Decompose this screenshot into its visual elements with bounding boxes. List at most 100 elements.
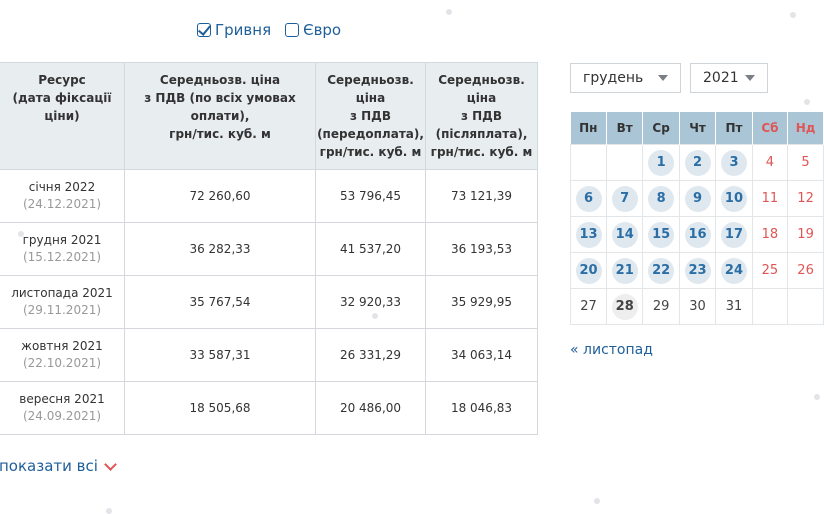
- table-row: листопада 2021 (29.11.2021) 35 767,54 32 92…: [0, 275, 538, 329]
- decor-dot: [814, 394, 820, 400]
- calendar-day-link[interactable]: 10: [720, 185, 747, 212]
- currency-option-uah[interactable]: Гривня: [197, 21, 271, 39]
- weekday-2: Вт: [606, 112, 644, 145]
- page: Гривня Євро Ресурс (дата фіксації ціни) Се…: [0, 0, 824, 514]
- calendar-day-cell: 22: [642, 252, 680, 289]
- calendar-day-cell: 28: [605, 288, 644, 325]
- weekday-4: Чт: [679, 112, 717, 145]
- currency-toggle: Гривня Євро: [197, 21, 341, 39]
- calendar-day-link[interactable]: 13: [575, 221, 602, 248]
- cell-price-all: 72 260,60: [124, 169, 316, 223]
- calendar-day-cell: 24: [715, 252, 753, 289]
- calendar-day-cell: 13: [570, 216, 607, 253]
- calendar-day-cell: 17: [715, 216, 753, 253]
- calendar-day-cell: 23: [678, 252, 717, 289]
- year-select[interactable]: 2021: [690, 63, 768, 93]
- calendar-day-link[interactable]: 2: [684, 149, 711, 176]
- decor-dot: [18, 231, 24, 237]
- cell-price-postpay: 73 121,39: [425, 169, 538, 223]
- cell-price-all: 35 767,54: [124, 275, 316, 329]
- calendar-empty-cell: [605, 144, 644, 181]
- table-header-row: Ресурс (дата фіксації ціни) Середньозв. ці…: [0, 62, 538, 170]
- calendar-week: 13 14 15 16 17 18 19: [570, 216, 824, 253]
- calendar-day: 27: [570, 288, 607, 325]
- calendar-weekday-row: Пн Вт Ср Чт Пт Сб Нд: [570, 112, 824, 145]
- calendar: Пн Вт Ср Чт Пт Сб Нд 1 2 3 4 5 6 7 8 9 10 11 12 13 14 15 16 17…: [570, 112, 824, 325]
- calendar-day-link[interactable]: 3: [720, 149, 747, 176]
- resource-month: жовтня 2021: [21, 339, 103, 353]
- resource-month: вересня 2021: [19, 392, 105, 406]
- calendar-day-link[interactable]: 22: [648, 257, 675, 284]
- calendar-empty-cell: [787, 288, 824, 325]
- cell-price-prepay: 20 486,00: [315, 381, 426, 435]
- calendar-day-cell: 20: [570, 252, 607, 289]
- resource-fix-date: (29.11.2021): [22, 303, 102, 317]
- calendar-day-link[interactable]: 8: [648, 185, 675, 212]
- currency-label-eur: Євро: [303, 21, 342, 39]
- calendar-day-cell: 14: [605, 216, 644, 253]
- calendar-day-link[interactable]: 6: [575, 185, 602, 212]
- calendar-day-cell: 9: [678, 180, 717, 217]
- calendar-empty-cell: [751, 288, 789, 325]
- calendar-day-link[interactable]: 21: [611, 257, 638, 284]
- calendar-empty-cell: [570, 144, 607, 181]
- calendar-day-link[interactable]: 17: [720, 221, 747, 248]
- table-row: жовтня 2021 (22.10.2021) 33 587,31 26 331,2…: [0, 328, 538, 382]
- prev-month-link[interactable]: « листопад: [570, 342, 653, 358]
- cell-price-postpay: 34 063,14: [425, 328, 538, 382]
- currency-label-uah: Гривня: [215, 21, 272, 39]
- calendar-day-link[interactable]: 15: [648, 221, 675, 248]
- decor-dot: [106, 508, 112, 514]
- calendar-day-cell: 21: [605, 252, 644, 289]
- calendar-day-link[interactable]: 7: [611, 185, 638, 212]
- cell-price-prepay: 41 537,20: [315, 222, 426, 276]
- decor-dot: [804, 99, 810, 105]
- table-body: січня 2022 (24.12.2021) 72 260,60 53 796,45…: [0, 169, 538, 435]
- calendar-day-cell: 6: [570, 180, 607, 217]
- resource-month: січня 2022: [28, 180, 96, 194]
- calendar-day-cell: 1: [642, 144, 680, 181]
- month-select[interactable]: грудень: [570, 63, 681, 93]
- weekday-1: Пн: [570, 112, 607, 145]
- weekday-7: Нд: [787, 112, 824, 145]
- calendar-day-link[interactable]: 23: [684, 257, 711, 284]
- checkbox-checked-icon[interactable]: [197, 23, 211, 37]
- calendar-day-link[interactable]: 16: [684, 221, 711, 248]
- calendar-day-cell: 16: [678, 216, 717, 253]
- calendar-day: 29: [642, 288, 680, 325]
- calendar-day: 18: [751, 216, 789, 253]
- dropdown-arrow-icon: [745, 75, 755, 81]
- calendar-day-link[interactable]: 20: [575, 257, 602, 284]
- calendar-day: 25: [751, 252, 789, 289]
- chevron-down-icon: [104, 457, 117, 471]
- calendar-day-cell: 10: [715, 180, 753, 217]
- calendar-body: 1 2 3 4 5 6 7 8 9 10 11 12 13 14 15 16 17 18 19 20 21 22 23 24 2…: [570, 144, 824, 325]
- checkbox-unchecked-icon[interactable]: [285, 23, 300, 37]
- weekday-3: Ср: [642, 112, 680, 145]
- calendar-day: 26: [787, 252, 824, 289]
- price-table: Ресурс (дата фіксації ціни) Середньозв. ці…: [0, 62, 538, 435]
- resource-fix-date: (22.10.2021): [22, 356, 102, 370]
- calendar-day-cell: 8: [642, 180, 680, 217]
- year-select-value: 2021: [703, 70, 739, 86]
- currency-option-eur[interactable]: Євро: [285, 21, 341, 39]
- table-row: вересня 2021 (24.09.2021) 18 505,68 20 486,…: [0, 381, 538, 435]
- resource-month: листопада 2021: [11, 286, 113, 300]
- calendar-day-link[interactable]: 9: [684, 185, 711, 212]
- table-row: січня 2022 (24.12.2021) 72 260,60 53 796,45…: [0, 169, 538, 223]
- weekday-5: Пт: [715, 112, 753, 145]
- calendar-day-link[interactable]: 24: [720, 257, 747, 284]
- cell-price-prepay: 32 920,33: [315, 275, 426, 329]
- cell-resource: жовтня 2021 (22.10.2021): [0, 328, 125, 382]
- calendar-day: 5: [787, 144, 824, 181]
- calendar-day-link[interactable]: 14: [611, 221, 638, 248]
- month-select-value: грудень: [583, 70, 644, 86]
- calendar-day: 30: [678, 288, 717, 325]
- calendar-week: 6 7 8 9 10 11 12: [570, 180, 824, 217]
- calendar-week: 12345: [570, 144, 824, 181]
- resource-fix-date: (24.09.2021): [22, 409, 102, 423]
- calendar-day-link[interactable]: 1: [648, 149, 675, 176]
- calendar-week: 27 28 29 30 31: [570, 288, 824, 325]
- show-all-link[interactable]: показати всі: [0, 457, 117, 475]
- cell-price-all: 36 282,33: [124, 222, 316, 276]
